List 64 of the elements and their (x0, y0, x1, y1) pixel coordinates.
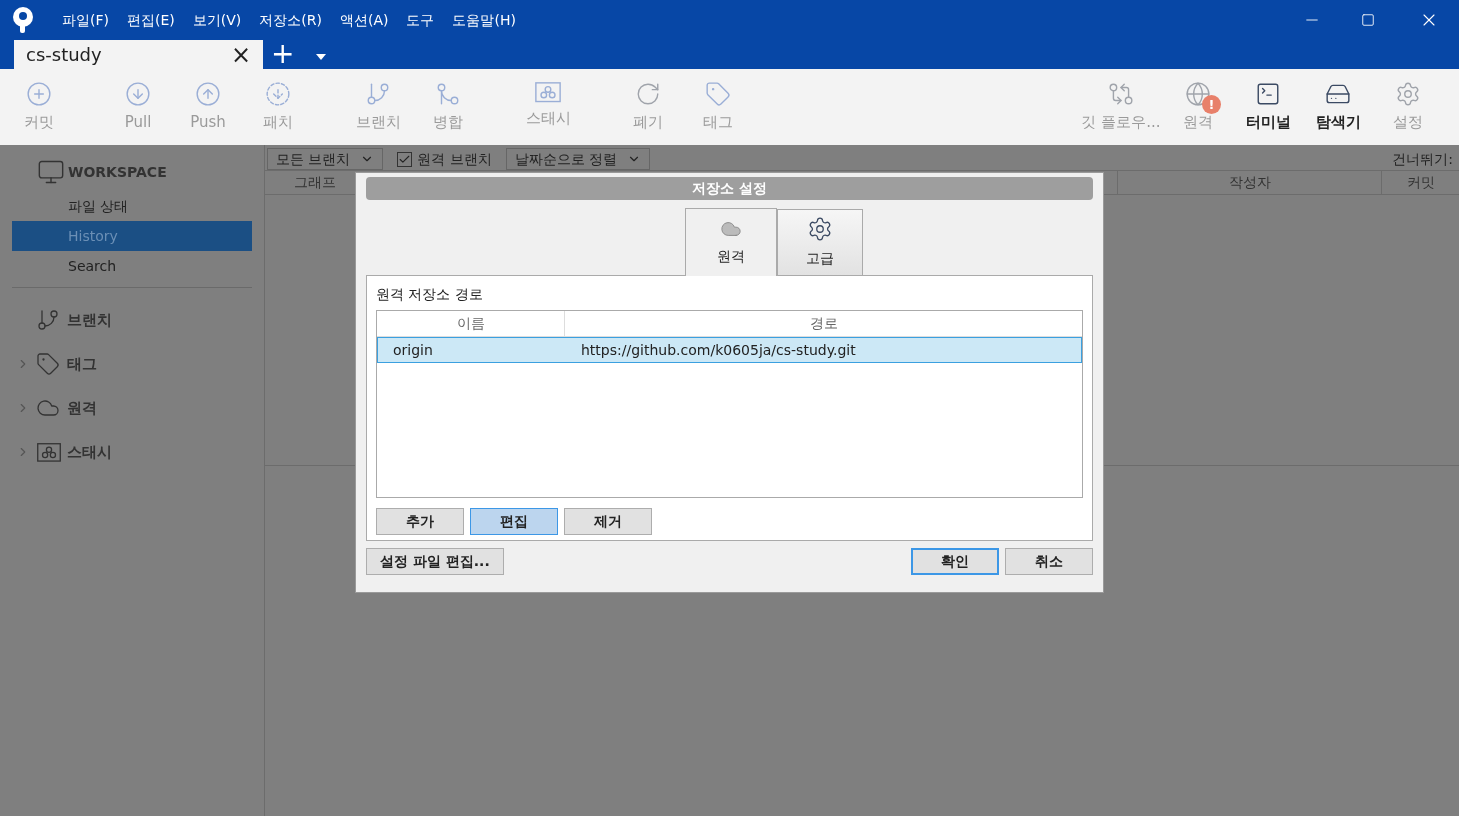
sidebar-item[interactable]: Search (12, 251, 252, 281)
tag-icon (705, 81, 731, 107)
menu-item[interactable]: 도움말(H) (443, 5, 525, 35)
column-header[interactable]: 경로 (565, 311, 1082, 336)
maximize-icon[interactable] (1361, 13, 1375, 27)
cancel-button[interactable]: 취소 (1005, 548, 1093, 575)
arrow-up-circle-icon (195, 81, 221, 107)
dialog-button[interactable]: 편집 (470, 508, 558, 535)
stash-icon (534, 81, 562, 104)
table-cell-text: https://github.com/k0605ja/cs-study.git (580, 340, 857, 360)
edit-config-button[interactable]: 설정 파일 편집... (366, 548, 504, 575)
group-label: 원격 저장소 경로 (376, 285, 484, 304)
app-logo (11, 6, 35, 34)
column-header[interactable]: 작성자 (1117, 171, 1381, 194)
flow-icon (1108, 81, 1134, 107)
sidebar-section[interactable]: 브랜치 (67, 308, 112, 332)
menu-item[interactable]: 편집(E) (118, 5, 184, 35)
menu-item[interactable]: 도구 (397, 5, 444, 35)
menu-item[interactable]: 액션(A) (330, 5, 398, 35)
branch-filter[interactable]: 모든 브랜치 (267, 148, 384, 170)
sidebar-section[interactable]: 태그 (67, 352, 97, 376)
checkbox[interactable] (397, 151, 413, 167)
rotate-icon (635, 81, 661, 107)
ok-button[interactable]: 확인 (911, 548, 999, 575)
terminal-icon (1255, 81, 1281, 107)
sort-dropdown[interactable]: 날짜순으로 정렬 (505, 148, 651, 170)
checkbox-label: 원격 브랜치 (417, 149, 492, 169)
sidebar-item[interactable]: History (12, 221, 252, 251)
sidebar-section[interactable]: 스태시 (67, 440, 112, 464)
table-row[interactable]: origin https://github.com/k0605ja/cs-study.git (377, 337, 1082, 363)
dashed-arrow-down-icon (265, 81, 291, 107)
table-cell-text: origin (392, 340, 434, 360)
dropdown-icon[interactable] (316, 54, 327, 60)
dialog-title: 저장소 설정 (366, 177, 1093, 200)
globe-icon (1185, 81, 1211, 107)
menu-item[interactable]: 파일(F) (53, 5, 118, 35)
column-header[interactable]: 이름 (377, 311, 565, 336)
dialog-tab[interactable]: 고급 (776, 209, 863, 275)
workspace-label: WORKSPACE (68, 162, 167, 182)
dialog-button[interactable]: 추가 (376, 508, 464, 535)
stash-icon (36, 441, 62, 463)
branch-icon (365, 81, 391, 107)
toolbar-button[interactable]: 탐색기 (1303, 69, 1373, 139)
menu-item[interactable]: 저장소(R) (250, 5, 331, 35)
dialog-button[interactable]: 제거 (564, 508, 652, 535)
arrow-down-circle-icon (125, 81, 151, 107)
plus-circle-icon (26, 81, 52, 107)
monitor-icon (37, 158, 65, 186)
toolbar-button[interactable]: 터미널 (1233, 69, 1303, 139)
merge-icon (435, 81, 461, 107)
dialog-tab[interactable]: 원격 (684, 208, 777, 276)
branch-icon (36, 308, 60, 332)
column-header[interactable]: 커밋 (1381, 171, 1459, 194)
sidebar-item[interactable]: 파일 상태 (12, 191, 252, 221)
new-tab-button[interactable]: + (271, 40, 295, 68)
tab-label: cs-study (26, 43, 103, 67)
close-tab-button[interactable]: × (230, 42, 251, 67)
repo-tab[interactable]: cs-study × (14, 40, 263, 69)
skip-label: 건너뛰기: (1392, 149, 1453, 169)
alert-badge: ! (1202, 95, 1221, 114)
settings-icon (1395, 81, 1421, 107)
menu-item[interactable]: 보기(V) (183, 5, 251, 35)
tag-icon (36, 352, 60, 376)
sidebar-section[interactable]: 원격 (67, 396, 97, 420)
